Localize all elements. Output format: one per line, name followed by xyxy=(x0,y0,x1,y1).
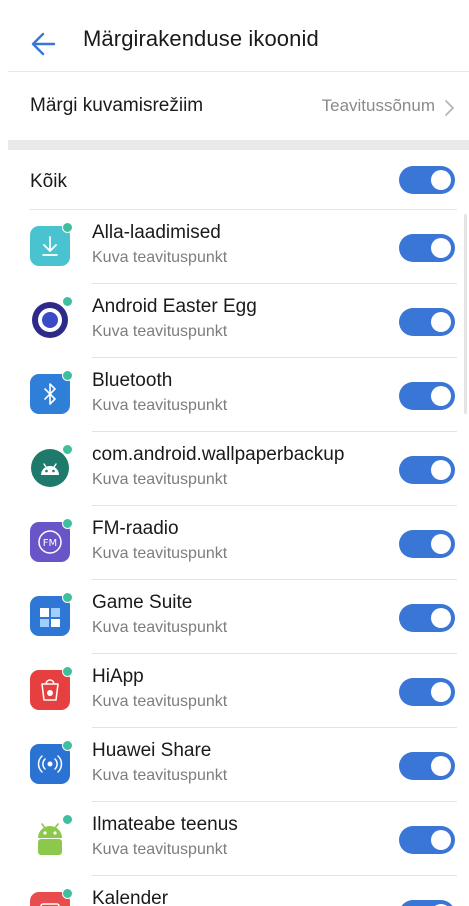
toggle-knob xyxy=(431,608,451,628)
badge-dot xyxy=(62,370,73,381)
badge-dot xyxy=(62,592,73,603)
app-subtitle: Kuva teavituspunkt xyxy=(92,693,228,710)
app-row-bluetooth: Bluetooth Kuva teavituspunkt xyxy=(0,358,469,432)
app-name: Bluetooth xyxy=(92,370,173,391)
badge-dot xyxy=(62,888,73,899)
back-arrow-icon[interactable] xyxy=(24,24,64,64)
app-row-hiapp: HiApp Kuva teavituspunkt xyxy=(0,654,469,728)
app-toggle[interactable] xyxy=(399,308,455,336)
app-subtitle: Kuva teavituspunkt xyxy=(92,841,228,858)
app-name: Game Suite xyxy=(92,592,193,613)
app-name: Huawei Share xyxy=(92,740,212,761)
badge-dot xyxy=(62,444,73,455)
toggle-knob xyxy=(431,312,451,332)
app-subtitle: Kuva teavituspunkt xyxy=(92,767,228,784)
app-subtitle: Kuva teavituspunkt xyxy=(92,471,228,488)
badge-dot xyxy=(62,666,73,677)
app-name: Alla-laadimised xyxy=(92,222,221,243)
toggle-knob xyxy=(431,830,451,850)
app-toggle[interactable] xyxy=(399,530,455,558)
badge-dot xyxy=(62,296,73,307)
app-name: Kalender xyxy=(92,888,169,906)
toggle-knob xyxy=(431,170,451,190)
badge-dot xyxy=(62,518,73,529)
all-apps-toggle[interactable] xyxy=(399,166,455,194)
app-subtitle: Kuva teavituspunkt xyxy=(92,619,228,636)
toggle-knob xyxy=(431,386,451,406)
section-separator xyxy=(8,140,469,150)
badge-dot xyxy=(62,740,73,751)
app-name: FM-raadio xyxy=(92,518,179,539)
app-subtitle: Kuva teavituspunkt xyxy=(92,249,228,266)
svg-text:FM: FM xyxy=(43,538,57,549)
badge-dot xyxy=(62,814,73,825)
app-row-downloads: Alla-laadimised Kuva teavituspunkt xyxy=(0,210,469,284)
app-name: Android Easter Egg xyxy=(92,296,257,317)
badge-dot xyxy=(62,222,73,233)
app-toggle[interactable] xyxy=(399,752,455,780)
toggle-knob xyxy=(431,534,451,554)
display-mode-value: Teavitussõnum xyxy=(321,96,435,115)
app-toggle[interactable] xyxy=(399,900,455,906)
page-title: Märgirakenduse ikoonid xyxy=(83,26,319,51)
app-name: HiApp xyxy=(92,666,144,687)
toggle-knob xyxy=(431,682,451,702)
app-row-wallpaperbackup: com.android.wallpaperbackup Kuva teavitu… xyxy=(0,432,469,506)
app-toggle[interactable] xyxy=(399,456,455,484)
app-toggle[interactable] xyxy=(399,234,455,262)
toggle-knob xyxy=(431,756,451,776)
chevron-right-icon xyxy=(443,98,455,118)
app-toggle[interactable] xyxy=(399,382,455,410)
app-row-calendar: Kalender xyxy=(0,876,469,906)
app-subtitle: Kuva teavituspunkt xyxy=(92,397,228,414)
app-toggle[interactable] xyxy=(399,826,455,854)
all-apps-row: Kõik xyxy=(0,150,469,210)
display-mode-row[interactable]: Märgi kuvamisrežiim Teavitussõnum xyxy=(0,80,469,140)
app-row-easter-egg: Android Easter Egg Kuva teavituspunkt xyxy=(0,284,469,358)
app-subtitle: Kuva teavituspunkt xyxy=(92,545,228,562)
app-row-game-suite: Game Suite Kuva teavituspunkt xyxy=(0,580,469,654)
app-row-huawei-share: Huawei Share Kuva teavituspunkt xyxy=(0,728,469,802)
app-subtitle: Kuva teavituspunkt xyxy=(92,323,228,340)
header-divider xyxy=(8,71,469,72)
app-name: Ilmateabe teenus xyxy=(92,814,238,835)
all-apps-label: Kõik xyxy=(30,171,67,192)
display-mode-label: Märgi kuvamisrežiim xyxy=(30,95,204,116)
app-toggle[interactable] xyxy=(399,604,455,632)
toggle-knob xyxy=(431,238,451,258)
app-row-weather-service: Ilmateabe teenus Kuva teavituspunkt xyxy=(0,802,469,876)
toggle-knob xyxy=(431,460,451,480)
app-toggle[interactable] xyxy=(399,678,455,706)
app-name: com.android.wallpaperbackup xyxy=(92,444,345,465)
app-row-fm-radio: FM FM-raadio Kuva teavituspunkt xyxy=(0,506,469,580)
app-header: Märgirakenduse ikoonid xyxy=(0,0,469,80)
